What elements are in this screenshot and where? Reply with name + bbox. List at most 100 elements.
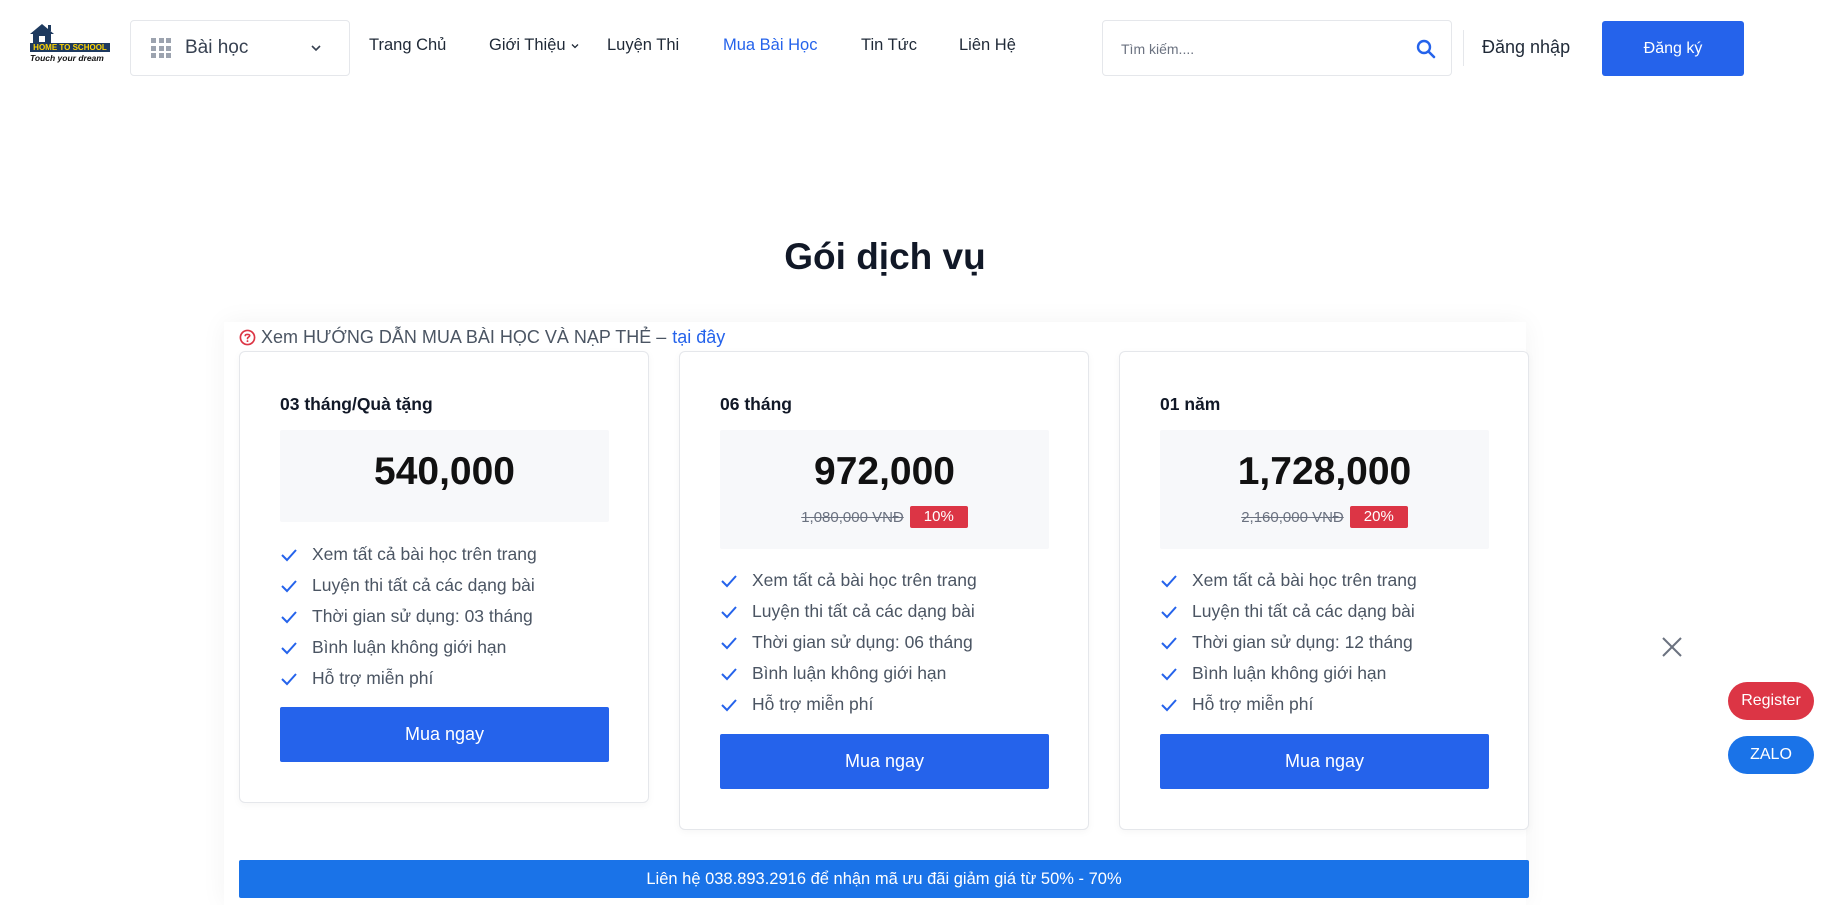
category-select[interactable]: Bài học xyxy=(130,20,350,76)
check-icon xyxy=(1161,574,1177,587)
plan-price: 1,728,000 xyxy=(1237,450,1412,493)
list-item: Hỗ trợ miễn phí xyxy=(280,663,537,694)
nav-tin-tuc[interactable]: Tin Tức xyxy=(861,36,917,55)
feature-text: Xem tất cả bài học trên trang xyxy=(1192,570,1417,590)
check-icon xyxy=(1161,667,1177,680)
plan-price: 540,000 xyxy=(374,450,515,493)
page-title: Gói dịch vụ xyxy=(784,236,986,277)
check-icon xyxy=(721,667,737,680)
old-price: 1,080,000 VNĐ xyxy=(801,508,904,526)
feature-text: Hỗ trợ miễn phí xyxy=(1192,694,1314,714)
list-item: Hỗ trợ miễn phí xyxy=(720,689,977,720)
list-item: Thời gian sử dụng: 12 tháng xyxy=(1160,627,1417,658)
list-item: Bình luận không giới hạn xyxy=(1160,658,1417,689)
header-divider xyxy=(1463,30,1464,66)
feature-list: Xem tất cả bài học trên trang Luyện thi … xyxy=(720,565,977,720)
list-item: Luyện thi tất cả các dạng bài xyxy=(720,596,977,627)
nav-mua-bai-hoc[interactable]: Mua Bài Học xyxy=(723,36,817,55)
buy-now-button[interactable]: Mua ngay xyxy=(1160,734,1489,789)
discount-badge: 10% xyxy=(909,506,968,528)
grid-icon xyxy=(151,38,171,58)
house-icon xyxy=(30,24,54,44)
plan-card-1-year: 01 năm 1,728,000 2,160,000 VNĐ 20% Xem t… xyxy=(1119,351,1529,830)
plan-price: 972,000 xyxy=(814,450,955,493)
plan-title: 01 năm xyxy=(1160,394,1221,414)
list-item: Xem tất cả bài học trên trang xyxy=(720,565,977,596)
price-box: 540,000 xyxy=(280,430,609,522)
purchase-guide: Xem HƯỚNG DẪN MUA BÀI HỌC VÀ NẠP THẺ – t… xyxy=(239,327,725,348)
plan-title: 03 tháng/Quà tặng xyxy=(280,394,433,414)
buy-now-button[interactable]: Mua ngay xyxy=(280,707,609,762)
price-box: 972,000 1,080,000 VNĐ 10% xyxy=(720,430,1049,549)
search-input[interactable] xyxy=(1121,37,1401,61)
login-link[interactable]: Đăng nhập xyxy=(1482,37,1570,58)
price-box: 1,728,000 2,160,000 VNĐ 20% xyxy=(1160,430,1489,549)
list-item: Xem tất cả bài học trên trang xyxy=(1160,565,1417,596)
search-box xyxy=(1102,20,1452,76)
nav-lien-he[interactable]: Liên Hệ xyxy=(959,36,1016,55)
feature-text: Bình luận không giới hạn xyxy=(752,663,947,683)
plan-card-6-months: 06 tháng 972,000 1,080,000 VNĐ 10% Xem t… xyxy=(679,351,1089,830)
check-icon xyxy=(281,610,297,623)
list-item: Luyện thi tất cả các dạng bài xyxy=(280,570,537,601)
feature-text: Luyện thi tất cả các dạng bài xyxy=(312,575,535,595)
list-item: Bình luận không giới hạn xyxy=(280,632,537,663)
plan-card-3-months: 03 tháng/Quà tặng 540,000 Xem tất cả bài… xyxy=(239,351,649,803)
check-icon xyxy=(1161,636,1177,649)
feature-text: Luyện thi tất cả các dạng bài xyxy=(752,601,975,621)
list-item: Xem tất cả bài học trên trang xyxy=(280,539,537,570)
check-icon xyxy=(281,641,297,654)
category-select-label: Bài học xyxy=(185,37,249,58)
check-icon xyxy=(281,672,297,685)
nav-gioi-thieu-label: Giới Thiệu xyxy=(489,36,566,54)
check-icon xyxy=(1161,605,1177,618)
list-item: Thời gian sử dụng: 06 tháng xyxy=(720,627,977,658)
list-item: Thời gian sử dụng: 03 tháng xyxy=(280,601,537,632)
site-header: HOME TO SCHOOL Touch your dream Bài học … xyxy=(0,0,1824,96)
floating-zalo-button[interactable]: ZALO xyxy=(1728,736,1814,774)
list-item: Hỗ trợ miễn phí xyxy=(1160,689,1417,720)
search-icon[interactable] xyxy=(1415,38,1437,60)
price-discount-row: 1,080,000 VNĐ 10% xyxy=(720,506,1049,528)
feature-text: Thời gian sử dụng: 12 tháng xyxy=(1192,632,1413,652)
list-item: Bình luận không giới hạn xyxy=(720,658,977,689)
price-discount-row: 2,160,000 VNĐ 20% xyxy=(1160,506,1489,528)
question-circle-icon xyxy=(239,329,256,346)
nav-luyen-thi[interactable]: Luyện Thi xyxy=(607,36,679,55)
list-item: Luyện thi tất cả các dạng bài xyxy=(1160,596,1417,627)
nav-trang-chu[interactable]: Trang Chủ xyxy=(369,36,446,55)
discount-badge: 20% xyxy=(1349,506,1408,528)
guide-link[interactable]: tại đây xyxy=(672,327,725,348)
feature-text: Hỗ trợ miễn phí xyxy=(752,694,874,714)
feature-text: Thời gian sử dụng: 03 tháng xyxy=(312,606,533,626)
chevron-down-icon xyxy=(311,45,321,52)
check-icon xyxy=(721,698,737,711)
old-price: 2,160,000 VNĐ xyxy=(1241,508,1344,526)
check-icon xyxy=(721,636,737,649)
chevron-down-icon xyxy=(571,43,579,49)
feature-list: Xem tất cả bài học trên trang Luyện thi … xyxy=(280,539,537,694)
feature-text: Xem tất cả bài học trên trang xyxy=(312,544,537,564)
check-icon xyxy=(721,605,737,618)
feature-text: Hỗ trợ miễn phí xyxy=(312,668,434,688)
feature-text: Thời gian sử dụng: 06 tháng xyxy=(752,632,973,652)
promo-banner[interactable]: Liên hệ 038.893.2916 để nhận mã ưu đãi g… xyxy=(239,860,1529,898)
logo-line-2: Touch your dream xyxy=(30,53,104,63)
register-button[interactable]: Đăng ký xyxy=(1602,21,1744,76)
buy-now-button[interactable]: Mua ngay xyxy=(720,734,1049,789)
plan-title: 06 tháng xyxy=(720,394,792,414)
check-icon xyxy=(281,548,297,561)
check-icon xyxy=(281,579,297,592)
feature-text: Luyện thi tất cả các dạng bài xyxy=(1192,601,1415,621)
floating-register-button[interactable]: Register xyxy=(1728,682,1814,720)
nav-gioi-thieu[interactable]: Giới Thiệu xyxy=(489,36,580,55)
check-icon xyxy=(1161,698,1177,711)
feature-text: Xem tất cả bài học trên trang xyxy=(752,570,977,590)
feature-list: Xem tất cả bài học trên trang Luyện thi … xyxy=(1160,565,1417,720)
guide-text: Xem HƯỚNG DẪN MUA BÀI HỌC VÀ NẠP THẺ – xyxy=(261,327,667,347)
check-icon xyxy=(721,574,737,587)
feature-text: Bình luận không giới hạn xyxy=(1192,663,1387,683)
site-logo[interactable]: HOME TO SCHOOL Touch your dream xyxy=(22,22,116,68)
close-icon[interactable] xyxy=(1660,635,1684,659)
logo-line-1: HOME TO SCHOOL xyxy=(30,43,110,52)
